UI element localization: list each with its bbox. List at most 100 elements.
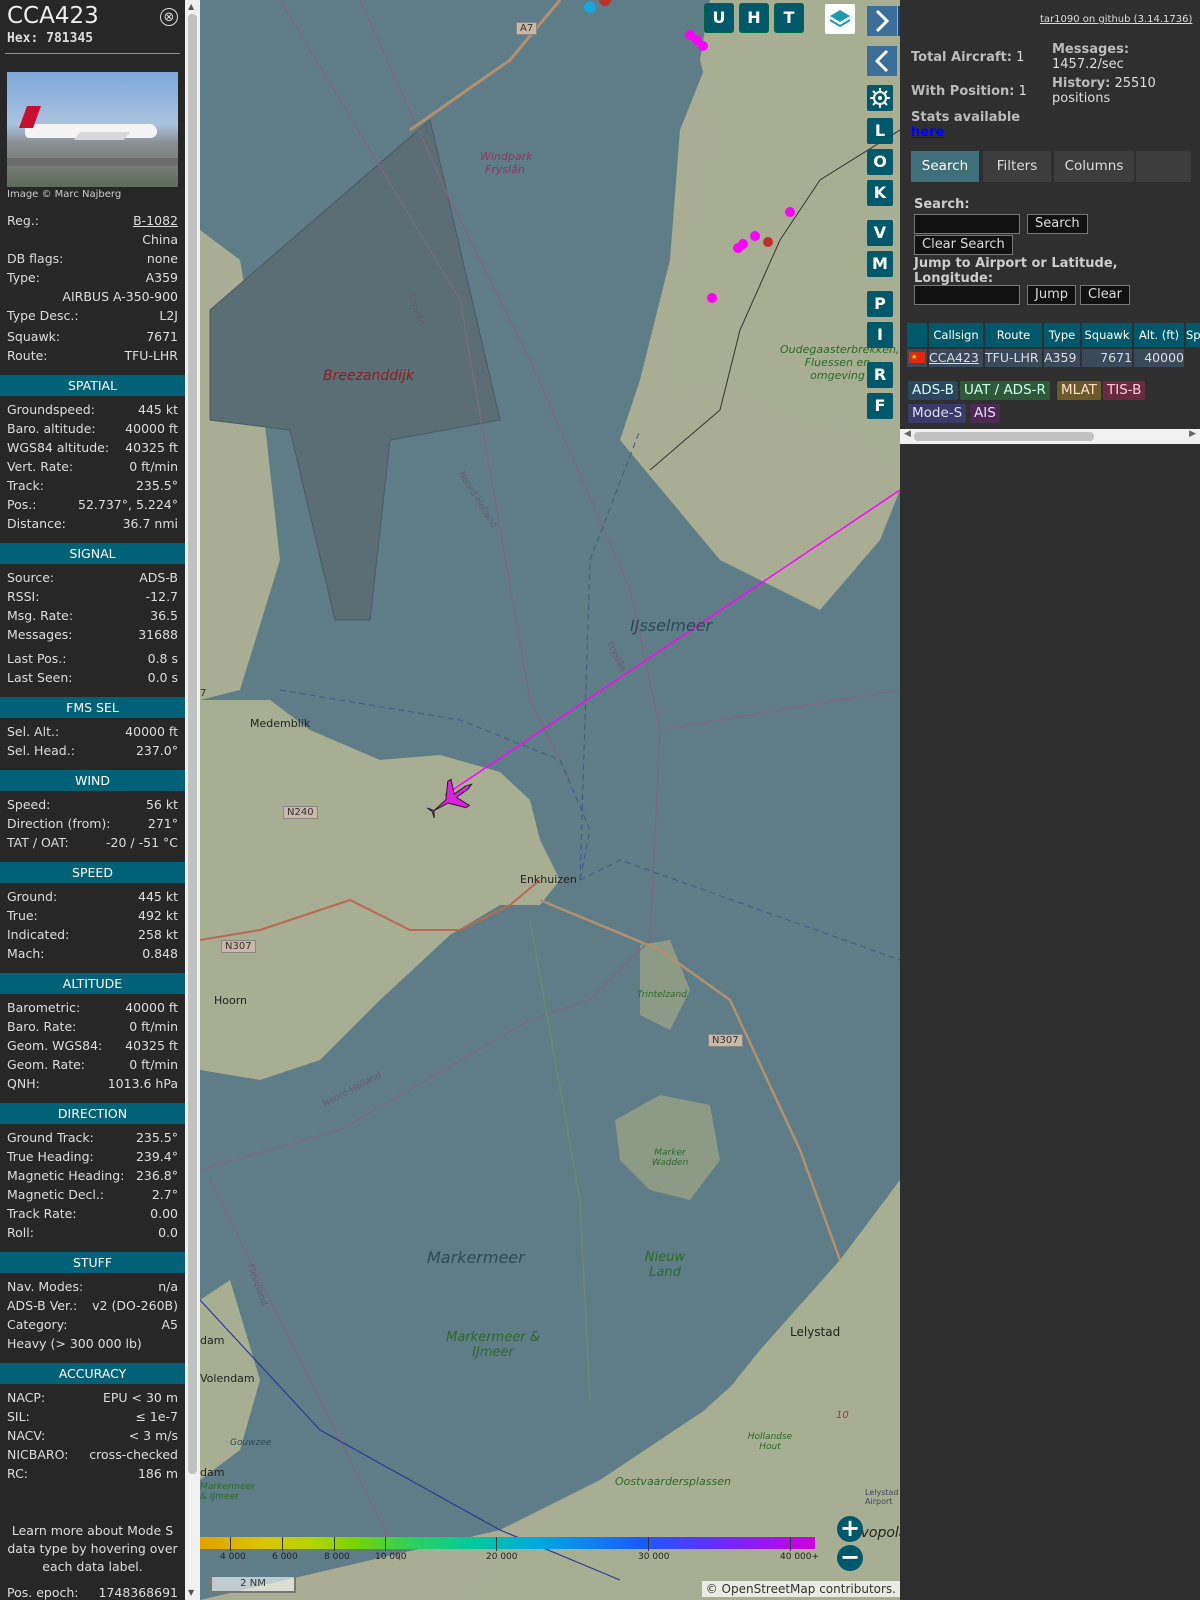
altitude-color-legend: 4 000 6 000 8 000 10 000 20 000 30 000 40 000+ <box>200 1537 819 1567</box>
search-input[interactable] <box>914 214 1020 234</box>
label-markermeer-ijmeer-small: Markermeer & IJmeer <box>200 1482 255 1502</box>
osm-link[interactable]: OpenStreetMap <box>722 1582 816 1596</box>
info-row: Nav. Modes: n/a <box>7 1279 178 1294</box>
zoom-out-button[interactable]: − <box>837 1545 863 1571</box>
toggle-m-button[interactable]: M <box>867 251 893 277</box>
toggle-r-button[interactable]: R <box>867 362 893 388</box>
tab-filters[interactable]: Filters <box>983 151 1051 182</box>
info-row: Route: TFU-LHR <box>7 348 178 363</box>
info-row: True: 492 kt <box>7 908 178 923</box>
info-row: Distance: 36.7 nmi <box>7 516 178 531</box>
history-stat: History: 25510 positions <box>1052 76 1156 106</box>
toggle-k-button[interactable]: K <box>867 180 893 206</box>
pos-epoch-row: Pos. epoch: 1748368691 <box>7 1585 178 1600</box>
info-row: Barometric: 40000 ft <box>7 1000 178 1015</box>
info-row: Pos.: 52.737°, 5.224° <box>7 497 178 512</box>
label-road-10: 10 <box>836 1410 849 1421</box>
toggle-t-button[interactable]: T <box>775 4 803 32</box>
info-row: Baro. Rate: 0 ft/min <box>7 1019 178 1034</box>
road-shield-n307-west: N307 <box>221 940 256 953</box>
info-row: Reg.: B-1082 <box>7 213 178 228</box>
toggle-l-button[interactable]: L <box>867 118 893 144</box>
layers-icon[interactable] <box>825 4 855 34</box>
label-markermeer: Markermeer <box>427 1248 525 1267</box>
map-scale-bar: 2 NM <box>210 1577 296 1593</box>
toggle-h-button[interactable]: H <box>740 4 768 32</box>
clear-jump-button[interactable]: Clear <box>1080 285 1130 305</box>
section-header-stuff: STUFF <box>0 1252 185 1273</box>
label-gouwzee: Gouwzee <box>230 1438 272 1448</box>
info-row: Squawk: 7671 <box>7 329 178 344</box>
source-chip-mlat: MLAT <box>1057 381 1101 400</box>
label-markermeer-ijmeer: Markermeer & IJmeer <box>446 1330 540 1360</box>
china-flag-icon: ★ <box>907 349 927 367</box>
table-horizontal-scrollbar[interactable]: ◀ ▶ <box>900 429 1200 444</box>
expand-panel-icon[interactable] <box>867 6 897 36</box>
scrollbar-thumb[interactable] <box>188 14 197 1474</box>
col-speed[interactable]: Sp <box>1186 323 1200 347</box>
info-row: AIRBUS A-350-900 <box>62 289 178 304</box>
toggle-o-button[interactable]: O <box>867 149 893 175</box>
info-row: Roll: 0.0 <box>7 1225 178 1240</box>
col-callsign[interactable]: Callsign <box>929 323 983 347</box>
info-row: Heavy (> 300 000 lb) <box>7 1336 142 1351</box>
section-header-fms-sel: FMS SEL <box>0 697 185 718</box>
legend-tick-label: 30 000 <box>638 1552 670 1562</box>
toggle-v-button[interactable]: V <box>867 220 893 246</box>
row-route: TFU-LHR <box>985 349 1042 367</box>
close-icon[interactable]: ⊗ <box>160 8 178 26</box>
toggle-i-button[interactable]: I <box>867 322 893 348</box>
aircraft-info-panel: CCA423 Hex: 781345 ⊗ Image © Marc Najber… <box>0 0 185 1600</box>
stats-here-link[interactable]: here <box>911 125 944 140</box>
label-lelystad: Lelystad <box>790 1325 841 1339</box>
label-lelystad-airport: Lelystad Airport <box>865 1488 899 1506</box>
image-credit: Image © Marc Najberg <box>7 189 122 200</box>
legend-tick-mark <box>790 1537 791 1551</box>
scrollbar-thumb[interactable] <box>914 432 1094 441</box>
jump-label: Jump to Airport or Latitude, Longitude: <box>914 256 1118 286</box>
info-row: China <box>142 232 178 247</box>
road-shield-a7: A7 <box>516 22 538 35</box>
zoom-in-button[interactable]: + <box>837 1516 863 1542</box>
tab-search[interactable]: Search <box>911 151 979 182</box>
col-type[interactable]: Type <box>1044 323 1080 347</box>
col-route[interactable]: Route <box>985 323 1042 347</box>
settings-gear-icon[interactable] <box>867 85 893 111</box>
jump-input[interactable] <box>914 285 1020 305</box>
col-altitude[interactable]: Alt. (ft) <box>1134 323 1184 347</box>
jump-button[interactable]: Jump <box>1027 285 1076 305</box>
info-row: Sel. Alt.: 40000 ft <box>7 724 178 739</box>
learn-more-text: Learn more about Mode S data type by hov… <box>7 1523 178 1574</box>
github-link[interactable]: tar1090 on github (3.14.1736) <box>1040 14 1192 25</box>
toggle-f-button[interactable]: F <box>867 393 893 419</box>
tab-columns[interactable]: Columns <box>1054 151 1134 182</box>
info-panel-scrollbar[interactable]: ▲ ▼ <box>185 0 200 1600</box>
legend-tick-mark <box>496 1537 497 1551</box>
row-squawk: 7671 <box>1082 349 1132 367</box>
map-view[interactable]: Windpark Fryslân Breezanddijk IJsselmeer… <box>200 0 900 1600</box>
aircraft-photo[interactable] <box>7 72 178 187</box>
info-row: RC: 186 m <box>7 1466 178 1481</box>
col-squawk[interactable]: Squawk <box>1082 323 1132 347</box>
info-row: Last Pos.: 0.8 s <box>7 651 178 666</box>
search-button[interactable]: Search <box>1027 214 1088 234</box>
clear-search-button[interactable]: Clear Search <box>914 235 1013 255</box>
label-nieuw-land: Nieuw Land <box>644 1250 686 1280</box>
info-row: Type: A359 <box>7 270 178 285</box>
legend-tick-label: 10 000 <box>375 1552 407 1562</box>
row-altitude: 40000 <box>1134 349 1184 367</box>
info-row: QNH: 1013.6 hPa <box>7 1076 178 1091</box>
collapse-panel-icon[interactable] <box>867 46 897 76</box>
toggle-p-button[interactable]: P <box>867 291 893 317</box>
label-dam-2: dam <box>200 1466 225 1479</box>
section-header-altitude: ALTITUDE <box>0 973 185 994</box>
info-row: NICBARO: cross-checked <box>7 1447 178 1462</box>
info-row: Speed: 56 kt <box>7 797 178 812</box>
info-row: True Heading: 239.4° <box>7 1149 178 1164</box>
legend-tick-label: 8 000 <box>324 1552 350 1562</box>
toggle-u-button[interactable]: U <box>705 4 733 32</box>
label-dam: dam <box>200 1334 225 1347</box>
section-header-direction: DIRECTION <box>0 1103 185 1124</box>
legend-tick-mark <box>648 1537 649 1551</box>
row-callsign[interactable]: CCA423 <box>929 349 983 367</box>
